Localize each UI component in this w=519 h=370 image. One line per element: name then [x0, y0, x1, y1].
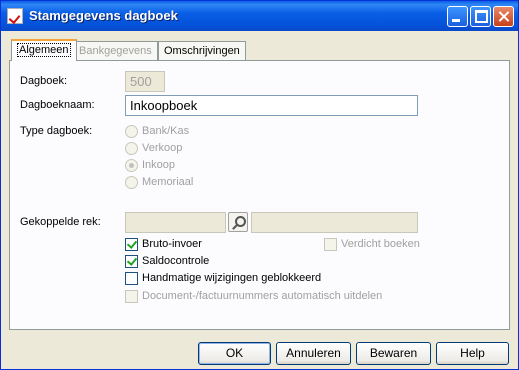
- tab-bankgegevens[interactable]: Bankgegevens: [73, 41, 158, 60]
- ok-button[interactable]: OK: [198, 342, 271, 365]
- handmatige-wijzigingen-checkbox[interactable]: [125, 272, 138, 285]
- tab-omschrijvingen[interactable]: Omschrijvingen: [158, 41, 246, 60]
- dagboeknaam-field[interactable]: Inkoopboek: [125, 95, 418, 116]
- radio-inkoop: [125, 159, 138, 172]
- tab-algemeen[interactable]: Algemeen: [11, 39, 77, 61]
- type-dagboek-label: Type dagboek:: [20, 125, 93, 137]
- dagboek-field: 500: [125, 71, 165, 92]
- radio-verkoop: [125, 142, 138, 155]
- gekoppelde-rek-field: [125, 212, 226, 233]
- radio-bank-kas: [125, 125, 138, 138]
- verdicht-boeken-checkbox: [324, 238, 337, 251]
- dagboeknaam-label: Dagboeknaam:: [20, 99, 95, 111]
- radio-memoriaal-label: Memoriaal: [142, 176, 194, 188]
- saldocontrole-label[interactable]: Saldocontrole: [142, 255, 209, 267]
- radio-inkoop-label: Inkoop: [142, 159, 176, 171]
- radio-memoriaal: [125, 176, 138, 189]
- title-bar[interactable]: Stamgegevens dagboek: [1, 1, 518, 31]
- radio-verkoop-label: Verkoop: [142, 142, 183, 154]
- document-nummers-label: Document-/factuurnummers automatisch uit…: [142, 290, 383, 302]
- dagboek-label: Dagboek:: [20, 75, 68, 87]
- search-icon[interactable]: [228, 212, 248, 232]
- verdicht-boeken-label: Verdicht boeken: [341, 238, 420, 250]
- bewaren-button[interactable]: Bewaren: [356, 342, 431, 365]
- annuleren-button[interactable]: Annuleren: [276, 342, 351, 365]
- gekoppelde-rek-label: Gekoppelde rek:: [20, 216, 101, 228]
- bruto-invoer-label[interactable]: Bruto-invoer: [142, 238, 202, 250]
- document-nummers-checkbox: [125, 290, 138, 303]
- close-button[interactable]: [493, 6, 514, 27]
- radio-bank-kas-label: Bank/Kas: [142, 125, 190, 137]
- saldocontrole-checkbox[interactable]: [125, 255, 138, 268]
- help-button[interactable]: Help: [436, 342, 509, 365]
- bruto-invoer-checkbox[interactable]: [125, 238, 138, 251]
- maximize-button[interactable]: [470, 6, 491, 27]
- gekoppelde-rek-description-field: [251, 212, 418, 233]
- dialog-window: Stamgegevens dagboek Algemeen Bankgegeve…: [0, 0, 519, 370]
- app-checkmark-icon: [7, 8, 23, 24]
- minimize-button[interactable]: [447, 6, 468, 27]
- window-title: Stamgegevens dagboek: [29, 8, 178, 23]
- handmatige-wijzigingen-label[interactable]: Handmatige wijzigingen geblokkeerd: [142, 272, 321, 284]
